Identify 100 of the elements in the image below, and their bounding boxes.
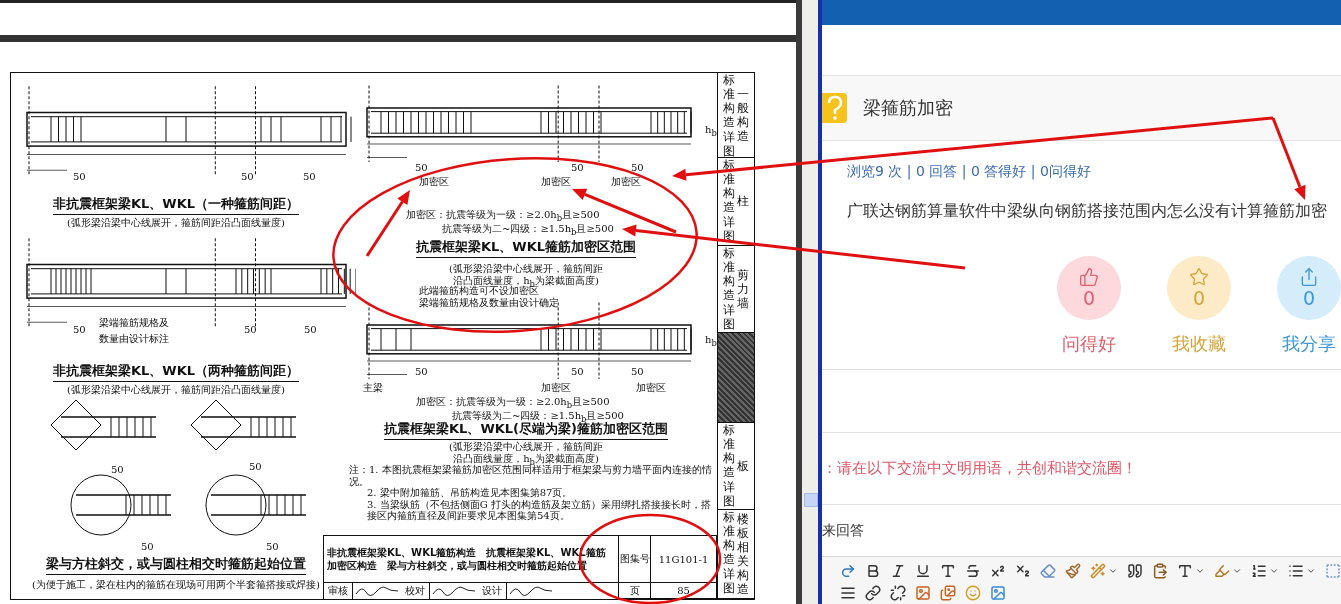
image-icon[interactable] (915, 585, 931, 601)
drawing-title: 非抗震框架梁KL、WKL（一种箍筋间距） (52, 195, 300, 215)
drawing-subtitle: (弧形梁沿梁中心线展开，箍筋间距沿凸面线量度) (67, 383, 285, 397)
drawing-title: 抗震框架梁KL、WKL箍筋加密区范围 (415, 238, 637, 258)
side-tab-series[interactable]: 标准构造详图 (723, 246, 735, 332)
side-tab-category[interactable]: 剪力墙 (737, 267, 749, 311)
quote-icon[interactable] (1127, 563, 1143, 579)
bullet-list-icon[interactable] (1288, 563, 1304, 579)
dimension-label: 50 (241, 171, 254, 182)
thumbs-up-icon (1079, 267, 1099, 287)
zone-label: 加密区 (611, 175, 641, 189)
highlighter-icon[interactable] (1214, 563, 1230, 579)
side-tab-category[interactable]: 一般构造 (737, 86, 749, 144)
dimension-label: 50 (73, 171, 86, 182)
italic-icon[interactable] (890, 563, 906, 579)
dimension-label: 50 (631, 162, 644, 173)
dimension-label: 50 (304, 324, 317, 335)
dimension-label: 50 (249, 461, 262, 472)
zone-formula: 抗震等级为二~四级：≥1.5h$_{b}$且≥500 (442, 222, 614, 237)
superscript-icon[interactable] (990, 563, 1006, 579)
subscript-icon[interactable] (1015, 563, 1031, 579)
caret-icon[interactable] (1269, 566, 1279, 576)
drawing-subtitle: (弧形梁沿梁中心线展开，箍筋间距 (449, 440, 603, 453)
dimension-label: 50 (631, 366, 644, 377)
note-text: 2. 梁中附加箍筋、吊筋构造见本图集第87页。 (366, 487, 574, 499)
action-count: 0 (1302, 287, 1316, 309)
dimension-label: 50 (571, 162, 584, 173)
share-icon (1299, 267, 1319, 287)
images-icon[interactable] (940, 585, 956, 601)
drawing-title: 梁与方柱斜交，或与圆柱相交时箍筋起始位置 (46, 555, 306, 575)
dimension-label: 50 (415, 162, 428, 173)
dimension-label: 50 (266, 541, 279, 552)
dimension-label: 50 (571, 366, 584, 377)
drawing-subtitle: (弧形梁沿梁中心线展开，箍筋间距 (449, 262, 603, 275)
dimension-label: 50 (73, 324, 86, 335)
signature-scribble (430, 584, 478, 598)
page-label: 页 (629, 583, 640, 598)
atlas-label: 图集号 (619, 552, 650, 566)
unlink-icon[interactable] (890, 585, 906, 601)
ordered-list-icon[interactable] (1251, 563, 1267, 579)
drawing-title: 非抗震框架梁KL、WKL（两种箍筋间距） (52, 362, 300, 382)
main-beam-label: 主梁 (363, 381, 383, 395)
role-label: 审核 (324, 583, 353, 599)
note-text: 3. 当梁纵筋（不包括侧面G 打头的构造筋及架立筋）采用绑扎搭接接长时，搭接区内箍筋直径及间距要求见本图集第54页。 (366, 498, 712, 522)
bold-icon[interactable] (865, 563, 881, 579)
drawing-note: 梁端箍筋规格及数量由设计确定 (419, 296, 559, 310)
side-tab-category[interactable]: 楼板相关构造 (737, 511, 749, 597)
paste-icon[interactable] (1152, 563, 1168, 579)
dimension-label: 50 (244, 324, 257, 335)
dimension-label: 50 (415, 366, 428, 377)
atlas-number: 11G101-1 (658, 553, 709, 565)
action-count: 0 (1192, 287, 1206, 309)
drawing-note: 梁端箍筋规格及 (99, 316, 169, 330)
caret-icon[interactable] (1108, 566, 1118, 576)
side-tab-series[interactable]: 标准构造详图 (723, 510, 735, 598)
link-icon[interactable] (865, 585, 881, 601)
dimension-label: 50 (111, 464, 124, 475)
scroll-handle[interactable] (804, 493, 819, 507)
font-box-icon[interactable] (940, 563, 956, 579)
strikethrough-icon[interactable] (965, 563, 981, 579)
caret-icon[interactable] (1232, 566, 1242, 576)
redo-icon[interactable] (840, 563, 856, 579)
picture-frame-icon[interactable] (990, 585, 1006, 601)
question-title: 梁箍筋加密 (863, 96, 953, 120)
paintbrush-icon[interactable] (1065, 563, 1081, 579)
height-label: h$_{b}$ (705, 124, 717, 138)
action-count: 0 (1082, 287, 1096, 309)
action-label[interactable]: 问得好 (1062, 332, 1116, 356)
signature-scribble (507, 584, 555, 598)
star-icon (1189, 267, 1209, 287)
page-number: 85 (677, 585, 690, 596)
zone-label: 加密区 (541, 381, 571, 395)
height-label: h$_{b}$ (705, 334, 717, 348)
zone-label: 加密区 (541, 175, 571, 189)
zone-label: 加密区 (419, 175, 449, 189)
zone-formula: 加密区：抗震等级为一级：≥2.0h$_{b}$且≥500 (406, 208, 600, 223)
zone-label: 加密区 (636, 381, 666, 395)
dimension-label: 50 (303, 171, 316, 182)
drawing-note: 数量由设计标注 (99, 332, 169, 346)
drawing-subtitle: (为便于施工，梁在柱内的箍筋在现场可用两个半套箍搭接或焊接) (32, 578, 320, 592)
justify-icon[interactable] (840, 585, 856, 601)
role-label: 校对 (401, 583, 430, 599)
signature-scribble (353, 584, 401, 598)
caret-icon[interactable] (1306, 566, 1316, 576)
side-tab-category[interactable]: 板 (737, 458, 749, 474)
side-tab-series[interactable]: 标准构造详图 (723, 423, 735, 509)
side-tab-category[interactable]: 柱 (737, 194, 749, 209)
drawing-subtitle: (弧形梁沿梁中心线展开，箍筋间距沿凸面线量度) (67, 216, 285, 230)
magic-wand-icon[interactable] (1090, 563, 1106, 579)
notice-text: ：请在以下交流中文明用语，共创和谐交流圈！ (822, 433, 1341, 505)
role-label: 设计 (478, 583, 507, 599)
question-body: 广联达钢筋算量软件中梁纵向钢筋搭接范围内怎么没有计算箍筋加密 (847, 201, 1328, 222)
caret-icon[interactable] (1195, 566, 1205, 576)
zone-formula: 加密区：抗震等级为一级：≥2.0h$_{b}$且≥500 (416, 395, 610, 410)
font-color-icon[interactable] (1177, 563, 1193, 579)
eraser-icon[interactable] (1040, 563, 1056, 579)
side-tab-series[interactable]: 标准构造详图 (723, 73, 735, 157)
dimension-label: 50 (141, 541, 154, 552)
question-stats: 浏览9 次 | 0 回答 | 0 答得好 | 0问得好 (847, 163, 1092, 181)
underline-icon[interactable] (915, 563, 931, 579)
